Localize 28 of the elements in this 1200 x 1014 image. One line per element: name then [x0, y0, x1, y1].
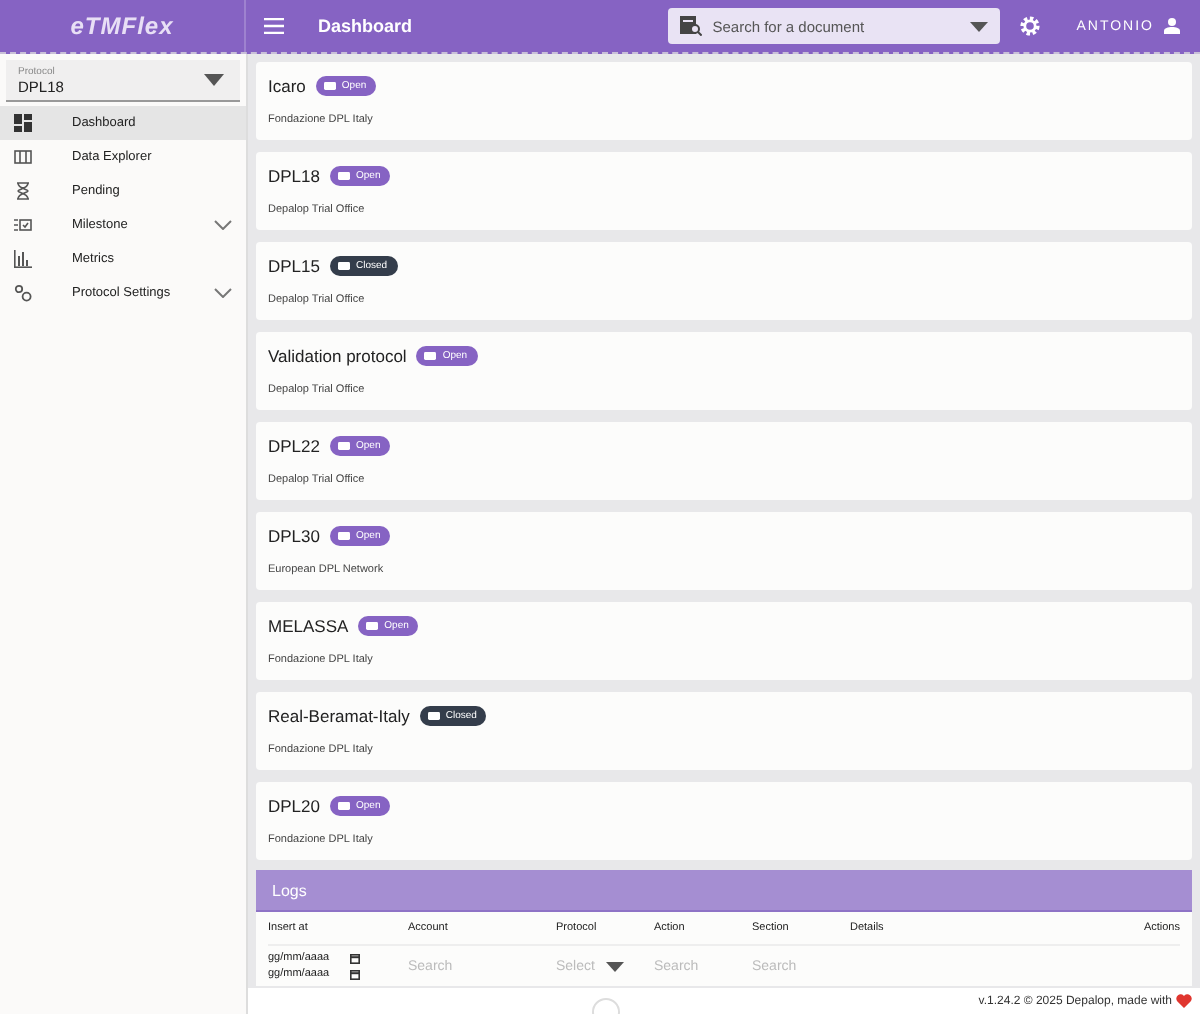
dashboard-icon — [14, 114, 32, 132]
milestone-icon — [14, 216, 32, 234]
settings-icon[interactable] — [1020, 16, 1041, 36]
calendar-icon — [350, 953, 360, 963]
user-icon — [1164, 18, 1180, 34]
page-title: Dashboard — [318, 16, 413, 36]
settings-icon — [14, 284, 32, 302]
hourglass-icon — [14, 182, 32, 200]
calendar-icon — [350, 969, 360, 979]
heart-icon — [1176, 994, 1192, 1008]
protocol-name: DPL22 — [268, 436, 320, 456]
protocol-name: Icaro — [268, 76, 306, 96]
logs-title: Logs — [272, 881, 307, 899]
protocol-name: MELASSA — [268, 616, 349, 636]
protocol-name: DPL20 — [268, 796, 320, 816]
protocol-name: Validation protocol — [268, 346, 407, 366]
table-icon — [14, 148, 32, 166]
dropdown-caret-icon — [970, 21, 989, 31]
protocol-name: DPL30 — [268, 526, 320, 546]
protocol-name: DPL18 — [268, 166, 320, 186]
metrics-icon — [14, 250, 32, 268]
document-search-icon — [680, 16, 703, 36]
dropdown-caret-icon — [606, 961, 625, 971]
protocol-name: Real-Beramat-Italy — [268, 706, 410, 726]
dropdown-caret-icon — [204, 74, 224, 86]
protocol-name: DPL15 — [268, 256, 320, 276]
menu-icon[interactable] — [258, 18, 290, 34]
app-logo: eTMFlex — [70, 12, 174, 40]
